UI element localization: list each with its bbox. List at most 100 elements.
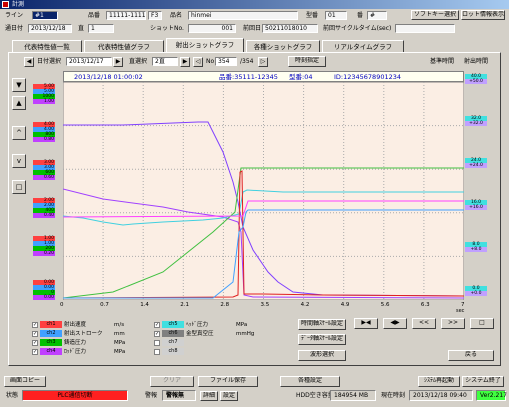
- legend-unit: m/s: [114, 322, 125, 328]
- date-select-dropdown[interactable]: 2013/12/17: [66, 57, 112, 66]
- legend-item-ch3[interactable]: ✓ ch3 鋳造圧力 MPa: [32, 339, 144, 347]
- shot-forward-button[interactable]: ▷: [258, 57, 268, 67]
- time-axis-scale-button[interactable]: 時間軸ｽｹｰﾙ設定: [298, 319, 346, 330]
- hdd-value: 184954 MB: [330, 390, 376, 401]
- shift-field: 1: [88, 24, 114, 33]
- legend-unit: MPa: [236, 322, 248, 328]
- legend-checkbox[interactable]: ✓: [32, 348, 38, 355]
- legend-checkbox[interactable]: [154, 339, 160, 346]
- legend-channel-chip: ch4: [40, 348, 62, 355]
- data-axis-scale-button[interactable]: ﾃﾞｰﾀ軸ｽｹｰﾙ設定: [298, 334, 346, 345]
- legend-unit: mm: [114, 331, 125, 337]
- legend-label: 射出速度: [64, 322, 87, 328]
- legend-label: 射出ストローク: [64, 331, 103, 337]
- left-axis-tick: 0.20: [33, 251, 55, 256]
- settings-button[interactable]: 各種設定: [280, 376, 340, 387]
- graph-title-bar: 2013/12/18 01:00:02 品番:35111-12345 型番:04…: [63, 71, 464, 82]
- legend-checkbox[interactable]: ✓: [32, 339, 38, 346]
- legend-item-ch4[interactable]: ✓ ch4 ﾛｯﾄﾞ圧力 MPa: [32, 348, 144, 356]
- shift-next-button[interactable]: ▶: [180, 57, 190, 67]
- graph-id: ID:12345678901234: [334, 73, 402, 81]
- zoom-out-x-button[interactable]: ▶◀: [354, 318, 378, 329]
- legend-unit: MPa: [114, 340, 126, 346]
- back-button[interactable]: 戻る: [448, 350, 494, 361]
- tab-injection-shot-graph[interactable]: 射出ショットグラフ: [166, 38, 244, 53]
- shift-label: 直: [78, 25, 85, 32]
- date-next-button[interactable]: ▶: [113, 57, 123, 67]
- legend-unit: mmHg: [236, 331, 255, 337]
- die-field: 01: [325, 11, 347, 20]
- x-tick-label: 6.3: [420, 302, 430, 308]
- legend-item-ch7[interactable]: ch7: [154, 339, 266, 347]
- file-save-button[interactable]: ファイル保存: [198, 376, 258, 387]
- zoom-out-y-icon[interactable]: ▲: [12, 96, 26, 110]
- zoom-in-y-icon[interactable]: ▼: [12, 78, 26, 92]
- x-tick-label: 0: [60, 302, 64, 308]
- detail-button[interactable]: 詳細: [200, 391, 218, 401]
- graph-date: 2013/12/18 01:00:02: [74, 73, 143, 81]
- alarm-label: 警報: [145, 392, 158, 399]
- die-label: 型番: [306, 12, 319, 19]
- x-tick-label: 0.7: [100, 302, 109, 308]
- system-exit-button[interactable]: システム終了: [462, 376, 504, 387]
- waveform-select-button[interactable]: 波形選択: [298, 350, 346, 361]
- legend-channel-chip: ch8: [162, 348, 184, 355]
- legend-item-ch5[interactable]: ✓ ch5 ﾍｯﾄﾞ圧力 MPa: [154, 321, 266, 329]
- x-unit-label: sec: [456, 308, 465, 314]
- left-axis-tick: 0.00: [33, 295, 55, 300]
- line-field: #1: [32, 11, 58, 20]
- legend-checkbox[interactable]: ✓: [32, 321, 38, 328]
- software-key-button[interactable]: ソフトキー選択: [411, 10, 459, 20]
- lot-info-button[interactable]: ロット情報表示: [461, 10, 505, 20]
- prev-day-button[interactable]: ◀: [24, 57, 34, 67]
- time-set-button[interactable]: 時刻指定: [288, 56, 326, 67]
- screen-copy-button[interactable]: 画面コピー: [4, 376, 46, 387]
- base-time-label: 基準時間: [430, 58, 455, 65]
- part-no-suffix: F3: [148, 11, 162, 20]
- legend-checkbox[interactable]: ✓: [154, 330, 160, 337]
- x-tick-label: 1.4: [140, 302, 149, 308]
- clear-button[interactable]: クリア: [150, 376, 194, 387]
- legend-channel-chip: ch3: [40, 339, 62, 346]
- legend-checkbox[interactable]: ✓: [32, 330, 38, 337]
- x-tick-label: 4.2: [300, 302, 310, 308]
- x-tick-label: 2.8: [220, 302, 230, 308]
- state-label: 状態: [6, 392, 19, 399]
- scroll-left-button[interactable]: <<: [412, 318, 436, 329]
- shot-total: /354: [240, 58, 254, 65]
- shift-select-dropdown[interactable]: 2直: [152, 57, 178, 66]
- x-tick-label: 2.1: [180, 302, 190, 308]
- left-axis-tick: 0.60: [33, 175, 55, 180]
- legend-checkbox[interactable]: ✓: [154, 321, 160, 328]
- legend-label: 鋳造圧力: [64, 340, 87, 346]
- legend-item-ch1[interactable]: ✓ ch1 射出速度 m/s: [32, 321, 144, 329]
- date-select-label: 日付選択: [37, 58, 62, 65]
- part-name-label: 品名: [170, 12, 183, 19]
- legend-item-ch8[interactable]: ch8: [154, 348, 266, 356]
- graph-die: 型番:04: [289, 73, 313, 81]
- window-title-bar: 計測: [0, 0, 509, 9]
- scroll-down-icon[interactable]: v: [12, 154, 26, 168]
- prev-field: 50211018010: [262, 24, 318, 33]
- alarm-status: 警報無: [162, 390, 196, 401]
- scroll-up-icon[interactable]: ^: [12, 126, 26, 140]
- system-restart-button[interactable]: ｼｽﾃﾑ再起動: [418, 376, 460, 387]
- legend-channel-chip: ch1: [40, 321, 62, 328]
- legend-label: 金型真空圧: [186, 331, 214, 337]
- shot-back-button[interactable]: ◁: [193, 57, 203, 67]
- legend-checkbox[interactable]: [154, 348, 160, 355]
- zoom-in-x-button[interactable]: ◀▶: [383, 318, 407, 329]
- legend-item-ch6[interactable]: ✓ ch6 金型真空圧 mmHg: [154, 330, 266, 338]
- alarm-settings-button[interactable]: 設定: [220, 391, 238, 401]
- num-field: #: [367, 11, 387, 20]
- waveform-plot: [63, 82, 464, 300]
- prev-cycle-field: [395, 24, 455, 33]
- scroll-right-button[interactable]: >>: [441, 318, 465, 329]
- shot-no-input[interactable]: 354: [215, 57, 237, 66]
- num-label: 番: [357, 12, 364, 19]
- right-axis-tick: +0.0: [465, 291, 487, 296]
- reset-axis-icon[interactable]: □: [12, 180, 26, 194]
- date-field: 2013/12/18: [28, 24, 72, 33]
- legend-item-ch2[interactable]: ✓ ch2 射出ストローク mm: [32, 330, 144, 338]
- reset-x-button[interactable]: □: [470, 318, 494, 329]
